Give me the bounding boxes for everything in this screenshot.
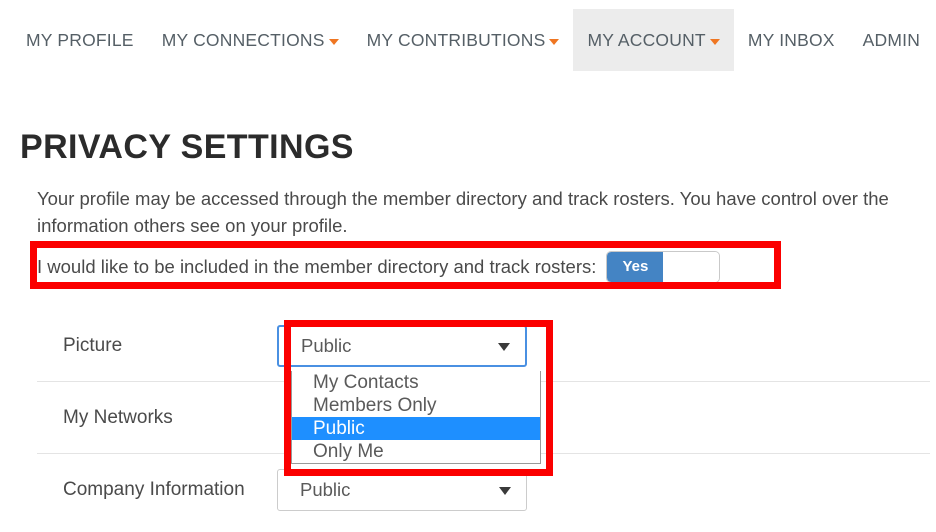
nav-item-label: MY CONNECTIONS	[161, 29, 325, 50]
select-value: Public	[301, 334, 352, 356]
nav-item-my-inbox[interactable]: MY INBOX	[734, 9, 849, 71]
picture-privacy-dropdown-options[interactable]: My Contacts Members Only Public Only Me	[291, 371, 541, 464]
setting-label-company-information: Company Information	[63, 478, 245, 500]
nav-item-my-connections[interactable]: MY CONNECTIONS	[148, 9, 353, 71]
nav-item-label: ADMIN	[862, 29, 921, 50]
main-navigation: MY PROFILE MY CONNECTIONS MY CONTRIBUTIO…	[0, 0, 936, 72]
toggle-yes-segment[interactable]: Yes	[607, 251, 664, 282]
toggle-empty-segment[interactable]	[663, 251, 720, 282]
dropdown-option-members-only[interactable]: Members Only	[292, 394, 540, 417]
nav-item-admin[interactable]: ADMIN	[849, 9, 934, 71]
chevron-down-icon	[549, 39, 560, 45]
chevron-down-icon	[709, 39, 720, 45]
nav-item-my-contributions[interactable]: MY CONTRIBUTIONS	[353, 9, 574, 71]
page-intro-text: Your profile may be accessed through the…	[37, 188, 889, 236]
nav-item-label: MY CONTRIBUTIONS	[366, 29, 546, 50]
nav-item-label: MY INBOX	[747, 29, 835, 50]
page-title: PRIVACY SETTINGS	[20, 128, 354, 166]
table-row: Company Information Public	[37, 454, 930, 525]
select-value: Public	[300, 478, 351, 500]
nav-item-label: MY PROFILE	[26, 29, 134, 50]
picture-privacy-select[interactable]: Public	[277, 324, 527, 367]
chevron-down-icon	[328, 39, 339, 45]
directory-optin-row: I would like to be included in the membe…	[37, 250, 777, 283]
dropdown-option-my-contacts[interactable]: My Contacts	[292, 371, 540, 394]
nav-item-label: MY ACCOUNT	[587, 29, 706, 50]
company-information-privacy-select[interactable]: Public	[277, 468, 527, 511]
nav-item-my-profile[interactable]: MY PROFILE	[12, 9, 148, 71]
directory-optin-label: I would like to be included in the membe…	[37, 255, 597, 277]
chevron-down-icon	[499, 486, 511, 495]
chevron-down-icon	[498, 342, 510, 351]
setting-label-picture: Picture	[63, 334, 123, 356]
nav-item-my-account[interactable]: MY ACCOUNT	[573, 9, 734, 71]
setting-label-my-networks: My Networks	[63, 406, 173, 428]
dropdown-option-only-me[interactable]: Only Me	[292, 440, 540, 463]
dropdown-option-public[interactable]: Public	[292, 417, 540, 440]
directory-optin-toggle[interactable]: Yes	[606, 250, 721, 283]
